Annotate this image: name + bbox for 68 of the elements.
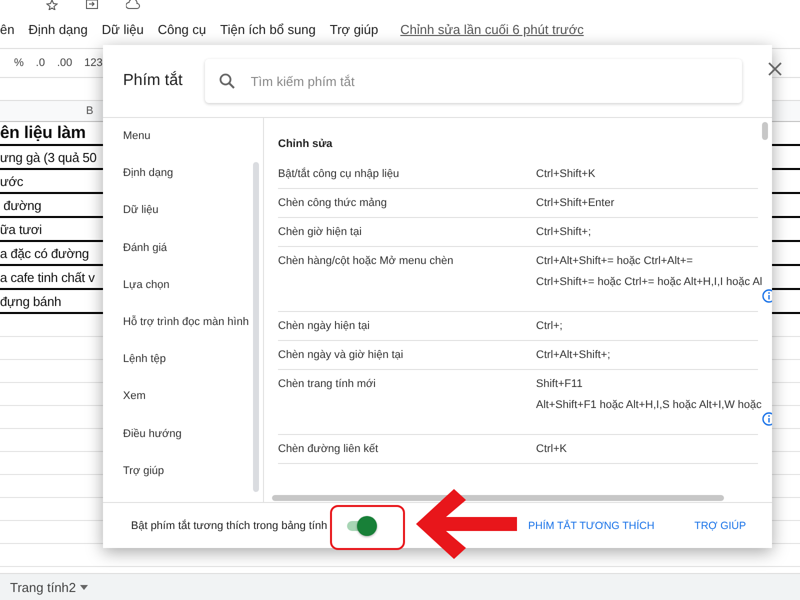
arrow-icon bbox=[414, 487, 518, 561]
nav-item[interactable]: Đánh giá bbox=[103, 242, 263, 279]
shortcut-action: Chèn đường liên kết bbox=[278, 443, 380, 455]
shortcut-action: Chèn giờ hiện tại bbox=[278, 226, 363, 238]
nav-item[interactable]: Điều hướng bbox=[103, 428, 263, 465]
shortcut-keys: Alt+Shift+F1 hoặc Alt+H,I,S hoặc Alt+I,W hoặc bbox=[536, 399, 762, 411]
shortcut-action: Bật/tắt công cụ nhập liệu bbox=[278, 168, 400, 180]
section-heading: Chỉnh sửa bbox=[278, 138, 334, 152]
shortcut-action: Chèn trang tính mới bbox=[278, 378, 377, 392]
search-icon bbox=[218, 73, 235, 89]
shortcut-keys: Ctrl+; bbox=[536, 320, 758, 332]
sheet-tab[interactable]: Trang tính2 bbox=[10, 580, 76, 594]
nav-item[interactable]: Dữ liệu bbox=[103, 204, 263, 242]
shortcut-keys: Shift+F11 bbox=[536, 378, 762, 390]
caret-icon[interactable] bbox=[80, 584, 88, 590]
toolbar-button[interactable]: .0 bbox=[36, 57, 45, 69]
menubar-entry[interactable]: ên bbox=[0, 22, 14, 36]
shortcut-keys: Ctrl+Alt+Shift+; bbox=[536, 349, 758, 361]
star-icon[interactable] bbox=[46, 0, 58, 10]
search-field[interactable]: Tìm kiếm phím tắt bbox=[204, 59, 742, 103]
scrollbar[interactable] bbox=[272, 495, 724, 501]
info-icon[interactable] bbox=[762, 412, 772, 426]
shortcut-action: Chèn ngày và giờ hiện tại bbox=[278, 349, 404, 361]
toggle-label: Bật phím tắt tương thích trong bảng tính bbox=[131, 520, 328, 532]
shortcut-action: Chèn ngày hiện tại bbox=[278, 320, 371, 332]
nav-item[interactable]: Menu bbox=[103, 130, 263, 168]
table-cell: ưng gà (3 quả 50 bbox=[0, 150, 97, 164]
shortcut-action: Chèn hàng/cột hoặc Mở menu chèn bbox=[278, 255, 454, 269]
nav-item[interactable]: Định dạng bbox=[103, 167, 263, 204]
nav-item[interactable]: Lệnh tệp bbox=[103, 353, 263, 390]
table-cell: ước bbox=[0, 174, 24, 188]
table-cell: ữa tươi bbox=[0, 222, 42, 236]
footer-button[interactable]: TRỢ GIÚP bbox=[694, 514, 746, 538]
footer-button[interactable]: PHÍM TẮT TƯƠNG THÍCH bbox=[528, 514, 654, 538]
toggle-switch[interactable] bbox=[345, 516, 378, 536]
last-edit-link[interactable]: Chỉnh sửa lần cuối 6 phút trước bbox=[400, 22, 584, 36]
table-cell-text: đường bbox=[2, 198, 42, 212]
scrollbar[interactable] bbox=[253, 162, 259, 492]
nav-item[interactable]: Trợ giúp bbox=[103, 464, 263, 502]
nav-item[interactable]: Hỗ trợ trình đọc màn hình bbox=[103, 316, 263, 354]
column-header: B bbox=[86, 105, 94, 117]
info-icon[interactable] bbox=[762, 289, 772, 303]
toolbar-button[interactable]: 123 bbox=[84, 57, 103, 69]
dialog-title: Phím tắt bbox=[123, 72, 183, 90]
menubar-entry[interactable]: Dữ liệu bbox=[102, 22, 144, 36]
nav-item[interactable]: Lựa chọn bbox=[103, 278, 263, 316]
nav-item[interactable]: Xem bbox=[103, 390, 263, 428]
menubar-entry[interactable]: Trợ giúp bbox=[330, 22, 378, 36]
move-icon[interactable] bbox=[86, 0, 98, 9]
scrollbar[interactable] bbox=[762, 122, 768, 140]
toolbar-button[interactable]: % bbox=[14, 57, 24, 69]
shortcut-keys: Ctrl+Alt+Shift+= hoặc Ctrl+Alt+= bbox=[536, 255, 762, 267]
table-cell: ên liệu làm bbox=[0, 123, 86, 143]
table-cell: a cafe tinh chất v bbox=[0, 270, 95, 284]
shortcut-keys: Ctrl+Shift+Enter bbox=[536, 197, 758, 209]
shortcut-action: Chèn công thức mảng bbox=[278, 197, 388, 209]
toolbar-button[interactable]: .00 bbox=[56, 57, 72, 69]
shortcut-keys: Ctrl+Shift+; bbox=[536, 226, 758, 238]
shortcut-keys: Ctrl+Shift+= hoặc Ctrl+= hoặc Alt+H,I,I hoặc Al bbox=[536, 276, 762, 288]
shortcut-keys: Ctrl+Shift+K bbox=[536, 168, 758, 180]
menubar-entry[interactable]: Định dạng bbox=[28, 22, 88, 36]
table-cell: a đặc có đường bbox=[0, 246, 89, 260]
close-button[interactable] bbox=[768, 60, 782, 78]
menubar-entry[interactable]: Công cụ bbox=[158, 22, 206, 36]
table-cell: đựng bánh bbox=[0, 294, 62, 308]
cloud-icon[interactable] bbox=[126, 0, 140, 9]
shortcut-keys: Ctrl+K bbox=[536, 443, 758, 455]
menubar-entry[interactable]: Tiện ích bổ sung bbox=[220, 22, 316, 36]
